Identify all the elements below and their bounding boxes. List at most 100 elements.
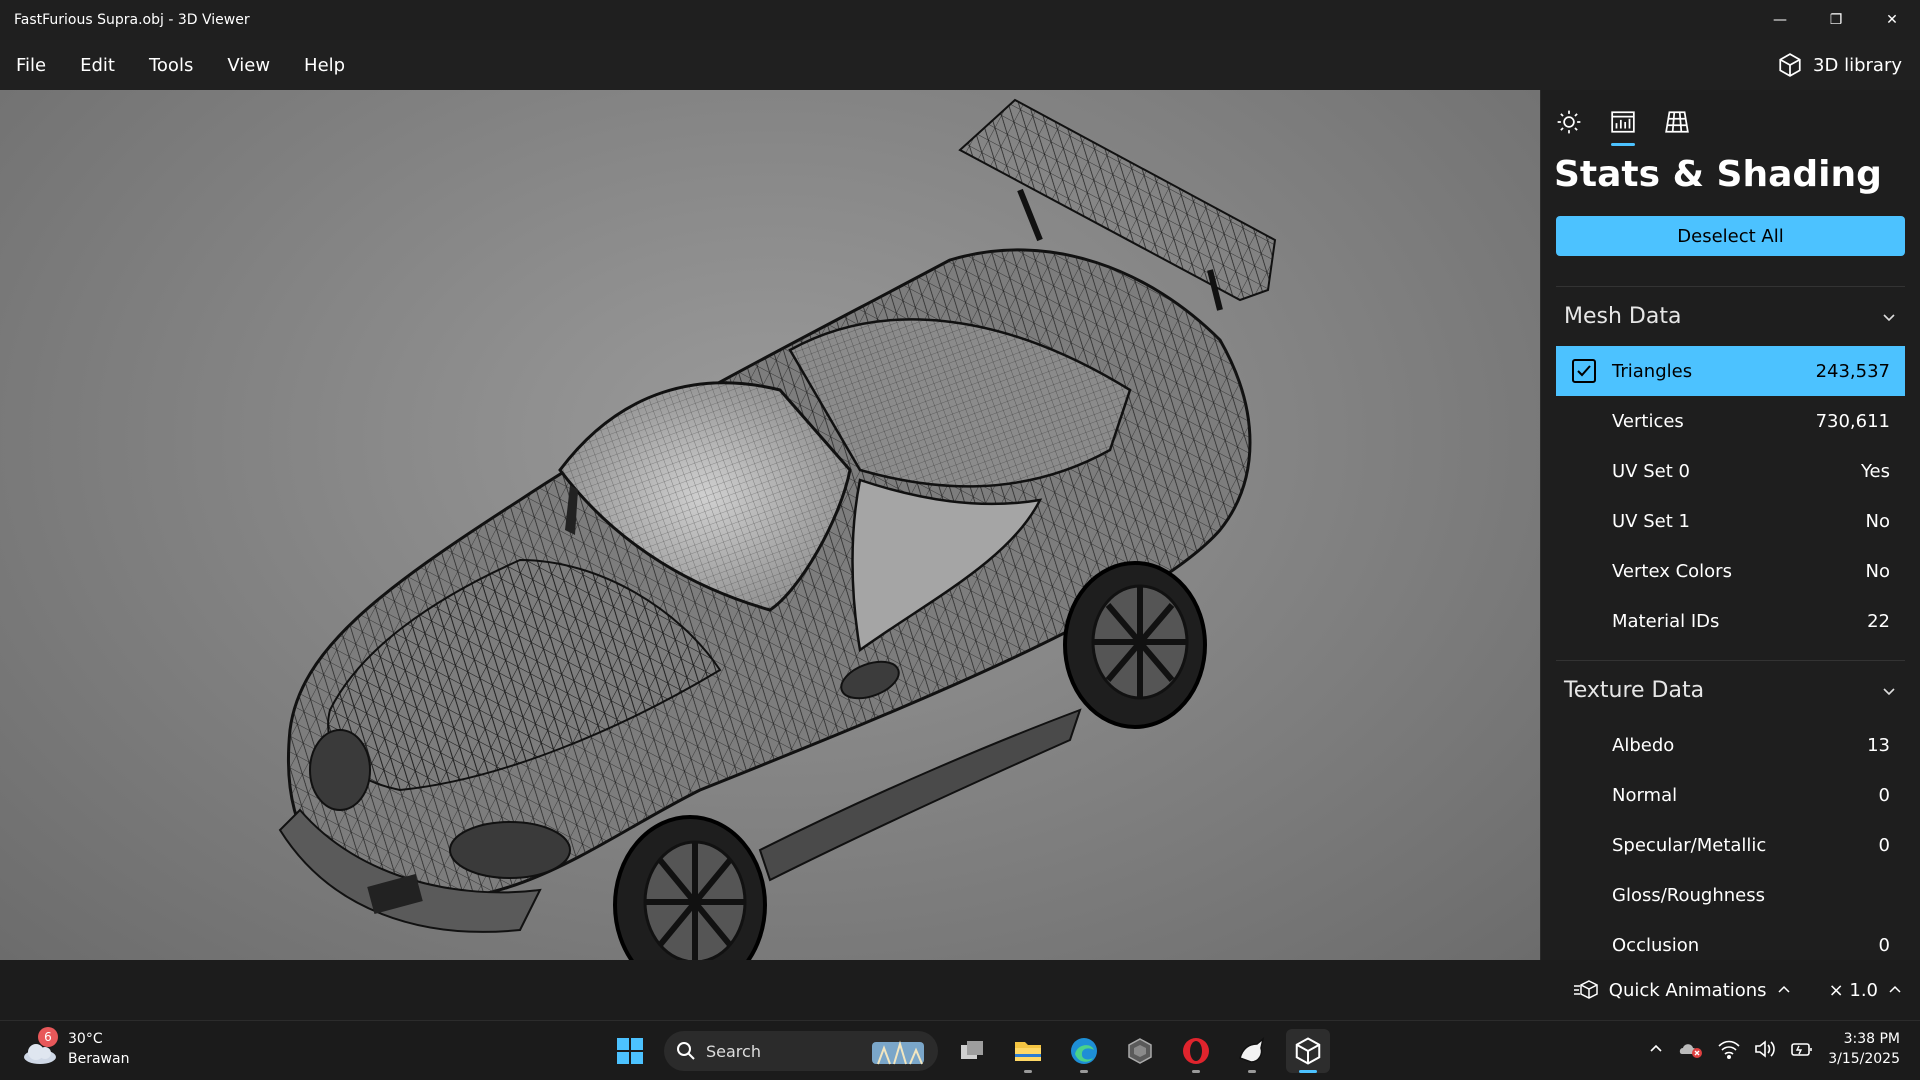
animation-speed-button[interactable]: × 1.0: [1829, 980, 1902, 1001]
volume-icon[interactable]: [1754, 1039, 1776, 1059]
start-button[interactable]: [608, 1029, 652, 1073]
grid-icon: [1665, 111, 1689, 133]
opera-button[interactable]: [1174, 1029, 1218, 1073]
chevron-down-icon: [1883, 687, 1895, 695]
texture-row-albedo[interactable]: Albedo 13: [1556, 720, 1905, 770]
mesh-row-vertex-colors[interactable]: Vertex Colors No: [1556, 546, 1905, 596]
windows-logo-icon: [617, 1038, 643, 1064]
chevron-down-icon: [1883, 313, 1895, 321]
texture-data-heading: Texture Data: [1564, 678, 1705, 703]
folder-icon: [1015, 1042, 1041, 1061]
sun-icon: [1557, 110, 1581, 134]
row-label: Vertex Colors: [1612, 560, 1732, 582]
search-label: Search: [706, 1041, 761, 1061]
menu-bar: File Edit Tools View Help: [0, 40, 1920, 90]
onedrive-error-icon[interactable]: [1678, 1038, 1704, 1060]
cube-icon: [1779, 53, 1801, 77]
texture-row-normal[interactable]: Normal 0: [1556, 770, 1905, 820]
file-explorer-button[interactable]: [1006, 1029, 1050, 1073]
menu-view[interactable]: View: [211, 55, 288, 76]
weather-badge: 6: [38, 1027, 58, 1047]
row-label: Specular/Metallic: [1612, 834, 1767, 856]
quick-animations-button[interactable]: Quick Animations: [1573, 979, 1791, 1001]
row-label: UV Set 0: [1612, 460, 1690, 482]
row-label: UV Set 1: [1612, 510, 1690, 532]
row-label: Triangles: [1612, 360, 1693, 382]
restore-button[interactable]: ❐: [1808, 0, 1864, 40]
row-value: Yes: [1860, 460, 1890, 482]
rhino-button[interactable]: [1230, 1029, 1274, 1073]
edge-button[interactable]: [1062, 1029, 1106, 1073]
chevron-up-icon: [1778, 985, 1790, 993]
menu-file[interactable]: File: [0, 55, 64, 76]
menu-edit[interactable]: Edit: [64, 55, 133, 76]
clock-date: 3/15/2025: [1828, 1051, 1900, 1067]
weather-widget[interactable]: 6 30°C Berawan: [20, 1027, 130, 1069]
tab-lighting[interactable]: [1555, 106, 1583, 138]
search-highlight-icon: [872, 1040, 924, 1065]
animation-speed-label: × 1.0: [1828, 979, 1878, 1001]
texture-row-occlusion[interactable]: Occlusion 0: [1556, 920, 1905, 960]
deselect-all-button[interactable]: Deselect All: [1556, 216, 1905, 256]
quick-animations-label: Quick Animations: [1608, 979, 1767, 1001]
mesh-row-triangles[interactable]: Triangles 243,537: [1556, 346, 1905, 396]
3d-viewport[interactable]: [0, 90, 1540, 960]
rear-wheel: [1063, 561, 1207, 729]
3d-viewer-icon: [1295, 1037, 1321, 1065]
window-title: FastFurious Supra.obj - 3D Viewer: [14, 12, 250, 28]
taskbar-apps: Search: [608, 1029, 1330, 1073]
triangles-checkbox[interactable]: [1572, 359, 1596, 383]
taskbar-search[interactable]: Search: [664, 1031, 938, 1071]
window-controls: — ❐ ✕: [1752, 0, 1920, 40]
3d-library-button[interactable]: 3D library: [1777, 40, 1902, 90]
status-bar: Quick Animations × 1.0: [0, 960, 1920, 1020]
task-view-button[interactable]: [950, 1029, 994, 1073]
car-wireframe-model: [278, 98, 1277, 960]
chevron-up-icon[interactable]: [1648, 1041, 1664, 1057]
menu-tools[interactable]: Tools: [133, 55, 211, 76]
row-value: 730,611: [1815, 410, 1890, 432]
panel-title: Stats & Shading: [1554, 154, 1882, 195]
stats-icon: [1611, 111, 1635, 133]
row-label: Gloss/Roughness: [1612, 884, 1765, 906]
system-tray: 3:38 PM 3/15/2025: [1648, 1029, 1900, 1069]
clock[interactable]: 3:38 PM 3/15/2025: [1828, 1029, 1900, 1069]
texture-row-specular-metallic[interactable]: Specular/Metallic 0: [1556, 820, 1905, 870]
row-value: 0: [1878, 934, 1890, 956]
minimize-button[interactable]: —: [1752, 0, 1808, 40]
mesh-row-vertices[interactable]: Vertices 730,611: [1556, 396, 1905, 446]
battery-icon[interactable]: [1790, 1039, 1814, 1059]
mesh-row-material-ids[interactable]: Material IDs 22: [1556, 596, 1905, 646]
mesh-row-uv-set-0[interactable]: UV Set 0 Yes: [1556, 446, 1905, 496]
row-value: 0: [1878, 784, 1890, 806]
3d-viewer-taskbar-button[interactable]: [1286, 1029, 1330, 1073]
panel-tabs: [1541, 90, 1920, 150]
clock-time: 3:38 PM: [1843, 1031, 1900, 1047]
row-value: No: [1865, 510, 1890, 532]
taskbar: 6 30°C Berawan Search 3:38 PM 3/15/2025: [0, 1020, 1920, 1080]
tab-mesh[interactable]: [1663, 106, 1691, 138]
app-hex-button[interactable]: [1118, 1029, 1162, 1073]
row-value: 243,537: [1815, 360, 1890, 382]
row-value: 13: [1867, 734, 1890, 756]
task-view-icon: [961, 1041, 983, 1059]
texture-row-gloss-roughness[interactable]: Gloss/Roughness: [1556, 870, 1905, 920]
row-label: Albedo: [1612, 734, 1675, 756]
row-value: No: [1865, 560, 1890, 582]
mesh-data-heading: Mesh Data: [1564, 304, 1682, 329]
row-label: Material IDs: [1612, 610, 1720, 632]
menu-help[interactable]: Help: [288, 55, 363, 76]
texture-data-header[interactable]: Texture Data: [1556, 660, 1905, 720]
edge-icon: [1071, 1038, 1097, 1064]
row-value: 0: [1878, 834, 1890, 856]
row-label: Normal: [1612, 784, 1678, 806]
wifi-icon[interactable]: [1718, 1039, 1740, 1059]
opera-icon: [1183, 1038, 1209, 1064]
tab-stats[interactable]: [1609, 106, 1637, 146]
row-label: Vertices: [1612, 410, 1684, 432]
mesh-data-header[interactable]: Mesh Data: [1556, 286, 1905, 346]
close-button[interactable]: ✕: [1864, 0, 1920, 40]
weather-condition: Berawan: [68, 1051, 130, 1067]
mesh-row-uv-set-1[interactable]: UV Set 1 No: [1556, 496, 1905, 546]
row-label: Occlusion: [1612, 934, 1700, 956]
